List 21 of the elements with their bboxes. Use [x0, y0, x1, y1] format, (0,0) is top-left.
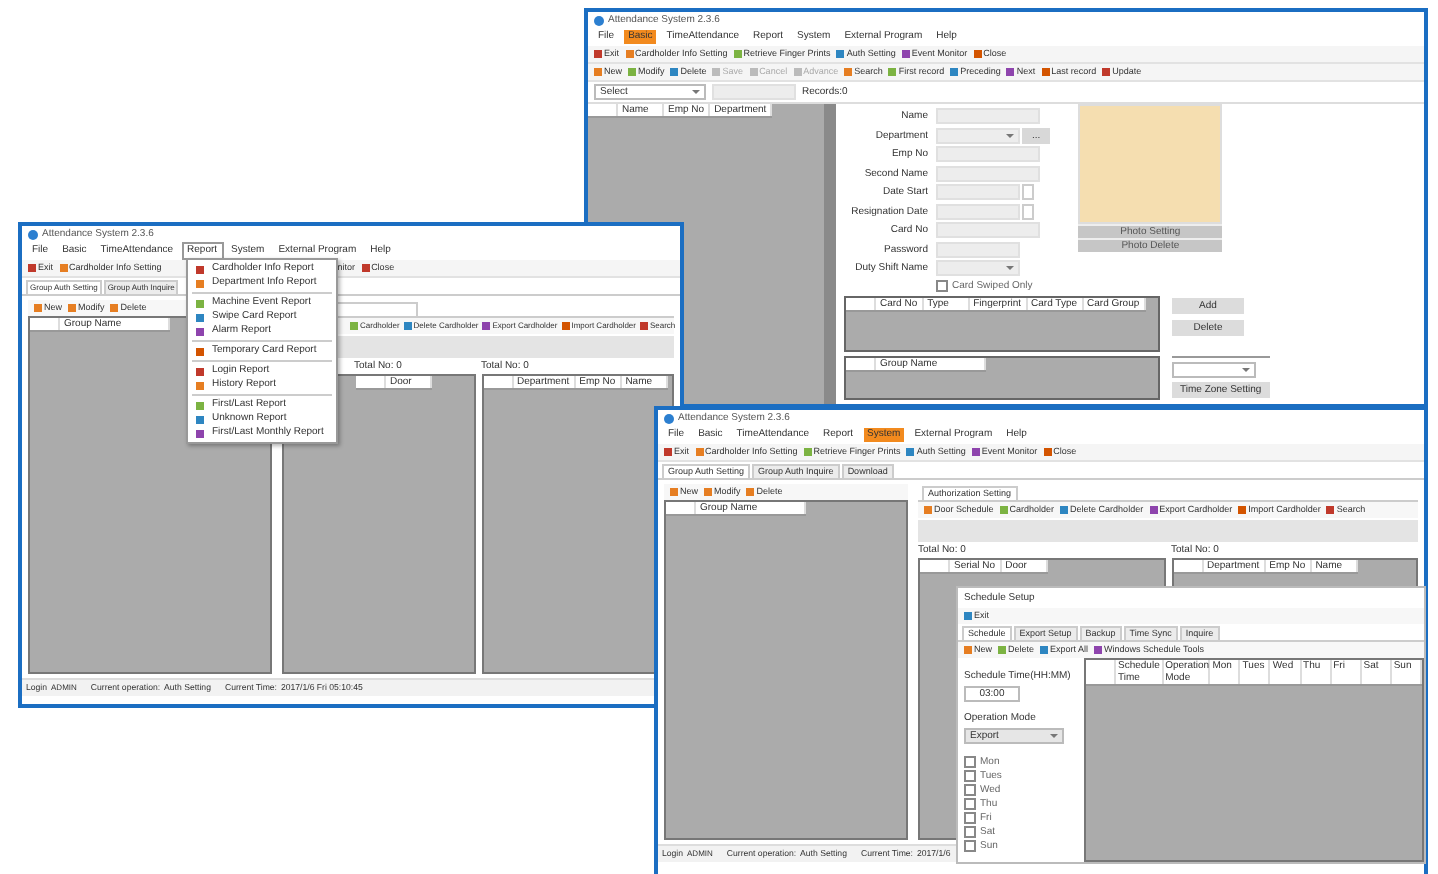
- search-field[interactable]: [712, 84, 796, 100]
- input-field[interactable]: [936, 184, 1020, 200]
- dropdown-field[interactable]: [936, 127, 1020, 143]
- app-icon: [28, 229, 38, 239]
- caret-icon: [1242, 367, 1250, 371]
- caret-icon: [1006, 266, 1014, 270]
- app-icon: [594, 15, 604, 25]
- time-zone-dropdown[interactable]: [1172, 361, 1256, 377]
- caret-icon: [1006, 133, 1014, 137]
- input-field[interactable]: [936, 203, 1020, 219]
- report-icon: [196, 347, 204, 355]
- input-field[interactable]: [936, 146, 1040, 162]
- input-field[interactable]: [936, 108, 1040, 124]
- app-icon: [664, 413, 674, 423]
- input-field[interactable]: [936, 222, 1040, 238]
- caret-icon: [1050, 734, 1058, 738]
- caret-icon: [692, 90, 700, 94]
- input-field[interactable]: [936, 241, 1020, 257]
- dropdown-field[interactable]: [936, 260, 1020, 276]
- splitter[interactable]: [824, 104, 836, 404]
- input-field[interactable]: [936, 165, 1040, 181]
